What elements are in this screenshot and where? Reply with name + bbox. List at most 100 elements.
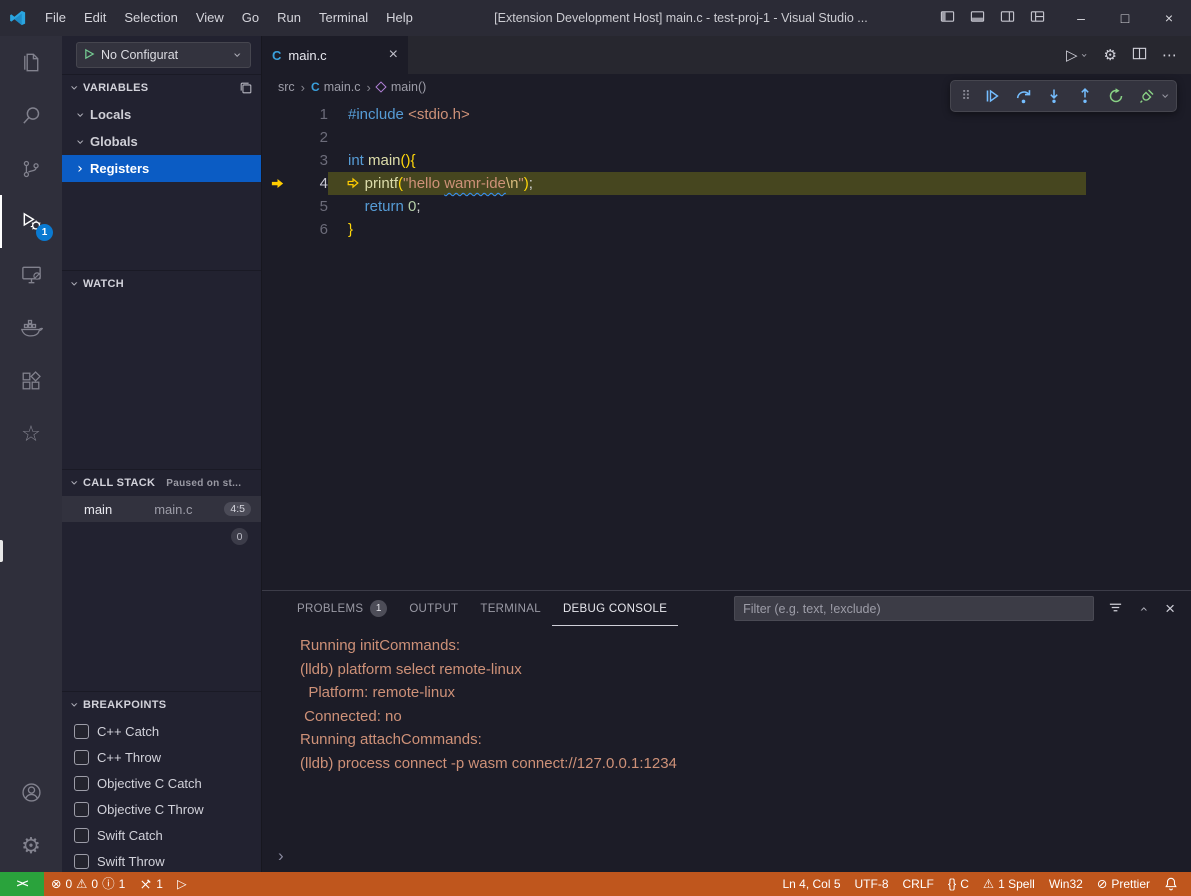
line-number[interactable]: 3	[292, 149, 328, 172]
filter-lines-icon[interactable]	[1108, 600, 1123, 618]
variables-item-locals[interactable]: ›Locals	[62, 101, 261, 128]
encoding-status[interactable]: UTF-8	[848, 872, 896, 896]
console-prompt-icon[interactable]: ›	[278, 846, 284, 866]
activity-docker[interactable]	[0, 301, 62, 354]
activity-extensions[interactable]	[0, 354, 62, 407]
console-filter-input[interactable]	[734, 596, 1094, 621]
line-number[interactable]: 5	[292, 195, 328, 218]
breakpoint-checkbox[interactable]	[74, 724, 89, 739]
activity-source-control[interactable]	[0, 142, 62, 195]
variables-item-registers[interactable]: ›Registers	[62, 155, 261, 182]
menu-edit[interactable]: Edit	[75, 0, 115, 36]
menu-terminal[interactable]: Terminal	[310, 0, 377, 36]
call-stack-frame[interactable]: mainmain.c4:5	[62, 496, 261, 522]
line-number[interactable]: 1	[292, 103, 328, 126]
debug-config-dropdown[interactable]: No Configurat ›	[76, 42, 251, 68]
activity-remote-explorer[interactable]	[0, 248, 62, 301]
line-number[interactable]: 6	[292, 218, 328, 241]
breakpoint-item-c-catch[interactable]: C++ Catch	[62, 718, 261, 744]
code-line[interactable]: 2	[262, 126, 1191, 149]
disconnect-dropdown-icon[interactable]: ›	[1158, 91, 1172, 101]
panel-tab-terminal[interactable]: TERMINAL	[469, 591, 552, 626]
step-into-button[interactable]	[1040, 83, 1068, 109]
watch-header[interactable]: › WATCH	[62, 271, 261, 297]
breadcrumb-item-src[interactable]: src	[278, 80, 295, 94]
call-stack-header[interactable]: › CALL STACK Paused on st...	[62, 470, 261, 496]
current-line-arrow-icon[interactable]	[262, 172, 292, 195]
gutter-glyph[interactable]	[262, 195, 292, 218]
breakpoint-checkbox[interactable]	[74, 802, 89, 817]
layout-sidebar-right-icon[interactable]	[1000, 9, 1015, 27]
language-mode[interactable]: {} C	[941, 872, 976, 896]
close-panel-icon[interactable]: ×	[1165, 600, 1175, 617]
breakpoint-checkbox[interactable]	[74, 828, 89, 843]
formatter-status[interactable]: ⊘ Prettier	[1090, 872, 1157, 896]
layout-sidebar-left-icon[interactable]	[940, 9, 955, 27]
menu-file[interactable]: File	[36, 0, 75, 36]
activity-explorer[interactable]	[0, 36, 62, 89]
breadcrumb-item-main[interactable]: main()	[377, 80, 426, 94]
minimize-button[interactable]: –	[1059, 0, 1103, 36]
run-file-button[interactable]: ▷›	[1066, 48, 1089, 63]
split-editor-button[interactable]	[1132, 46, 1147, 64]
code-line[interactable]: 5 return 0;	[262, 195, 1191, 218]
spell-status[interactable]: ⚠ 1 Spell	[976, 872, 1042, 896]
accounts-button[interactable]	[0, 766, 62, 819]
more-actions-button[interactable]: ⋯	[1162, 48, 1177, 63]
settings-gear-button[interactable]: ⚙	[0, 819, 62, 872]
gutter-glyph[interactable]	[262, 126, 292, 149]
activity-run-and-debug[interactable]: 1	[0, 195, 62, 248]
variables-header[interactable]: › VARIABLES	[62, 75, 261, 101]
configure-gear-button[interactable]: ⚙	[1104, 48, 1117, 63]
code-editor[interactable]: 1#include <stdio.h>23int main(){4 printf…	[262, 100, 1191, 590]
panel-tab-problems[interactable]: PROBLEMS1	[286, 591, 398, 626]
line-number[interactable]: 2	[292, 126, 328, 149]
restart-button[interactable]	[1102, 83, 1130, 109]
collapse-all-icon[interactable]	[239, 81, 253, 95]
menu-help[interactable]: Help	[377, 0, 422, 36]
breakpoint-item-c-throw[interactable]: C++ Throw	[62, 744, 261, 770]
breakpoint-item-objective-c-catch[interactable]: Objective C Catch	[62, 770, 261, 796]
breakpoint-checkbox[interactable]	[74, 776, 89, 791]
continue-button[interactable]	[978, 83, 1006, 109]
code-line[interactable]: 3int main(){	[262, 149, 1191, 172]
remote-indicator[interactable]: ><	[0, 872, 44, 896]
menu-selection[interactable]: Selection	[115, 0, 186, 36]
close-button[interactable]: ×	[1147, 0, 1191, 36]
cursor-position[interactable]: Ln 4, Col 5	[775, 872, 847, 896]
eol-status[interactable]: CRLF	[896, 872, 941, 896]
platform-status[interactable]: Win32	[1042, 872, 1090, 896]
breakpoint-item-objective-c-throw[interactable]: Objective C Throw	[62, 796, 261, 822]
code-line[interactable]: 4 printf("hello wamr-ide\n");	[262, 172, 1191, 195]
menu-run[interactable]: Run	[268, 0, 310, 36]
drag-grip-icon[interactable]: ⠿	[957, 83, 975, 109]
menu-go[interactable]: Go	[233, 0, 268, 36]
step-over-button[interactable]	[1009, 83, 1037, 109]
panel-tab-debug-console[interactable]: DEBUG CONSOLE	[552, 591, 678, 626]
activity-search[interactable]	[0, 89, 62, 142]
problems-status[interactable]: ⊗ 0 ⚠ 0 ⓘ 1	[44, 872, 132, 896]
tab-main-c[interactable]: C main.c ×	[262, 36, 408, 74]
panel-tab-output[interactable]: OUTPUT	[398, 591, 469, 626]
maximize-button[interactable]: □	[1103, 0, 1147, 36]
breakpoints-header[interactable]: › BREAKPOINTS	[62, 692, 261, 718]
breakpoint-item-swift-catch[interactable]: Swift Catch	[62, 822, 261, 848]
step-out-button[interactable]	[1071, 83, 1099, 109]
code-line[interactable]: 6}	[262, 218, 1191, 241]
tab-close-icon[interactable]: ×	[389, 47, 398, 63]
notifications-bell[interactable]	[1157, 872, 1185, 896]
gutter-glyph[interactable]	[262, 149, 292, 172]
gutter-glyph[interactable]	[262, 218, 292, 241]
gutter-glyph[interactable]	[262, 103, 292, 126]
tools-status[interactable]: 1	[132, 872, 170, 896]
line-number[interactable]: 4	[292, 172, 328, 195]
variables-item-globals[interactable]: ›Globals	[62, 128, 261, 155]
layout-panel-icon[interactable]	[970, 9, 985, 27]
menu-view[interactable]: View	[187, 0, 233, 36]
breakpoint-item-swift-throw[interactable]: Swift Throw	[62, 848, 261, 874]
activity-star[interactable]: ☆	[0, 407, 62, 460]
breakpoint-checkbox[interactable]	[74, 750, 89, 765]
layout-customize-icon[interactable]	[1030, 9, 1045, 27]
debug-status[interactable]: ▷	[170, 872, 194, 896]
breadcrumb-item-main-c[interactable]: Cmain.c	[311, 80, 361, 94]
